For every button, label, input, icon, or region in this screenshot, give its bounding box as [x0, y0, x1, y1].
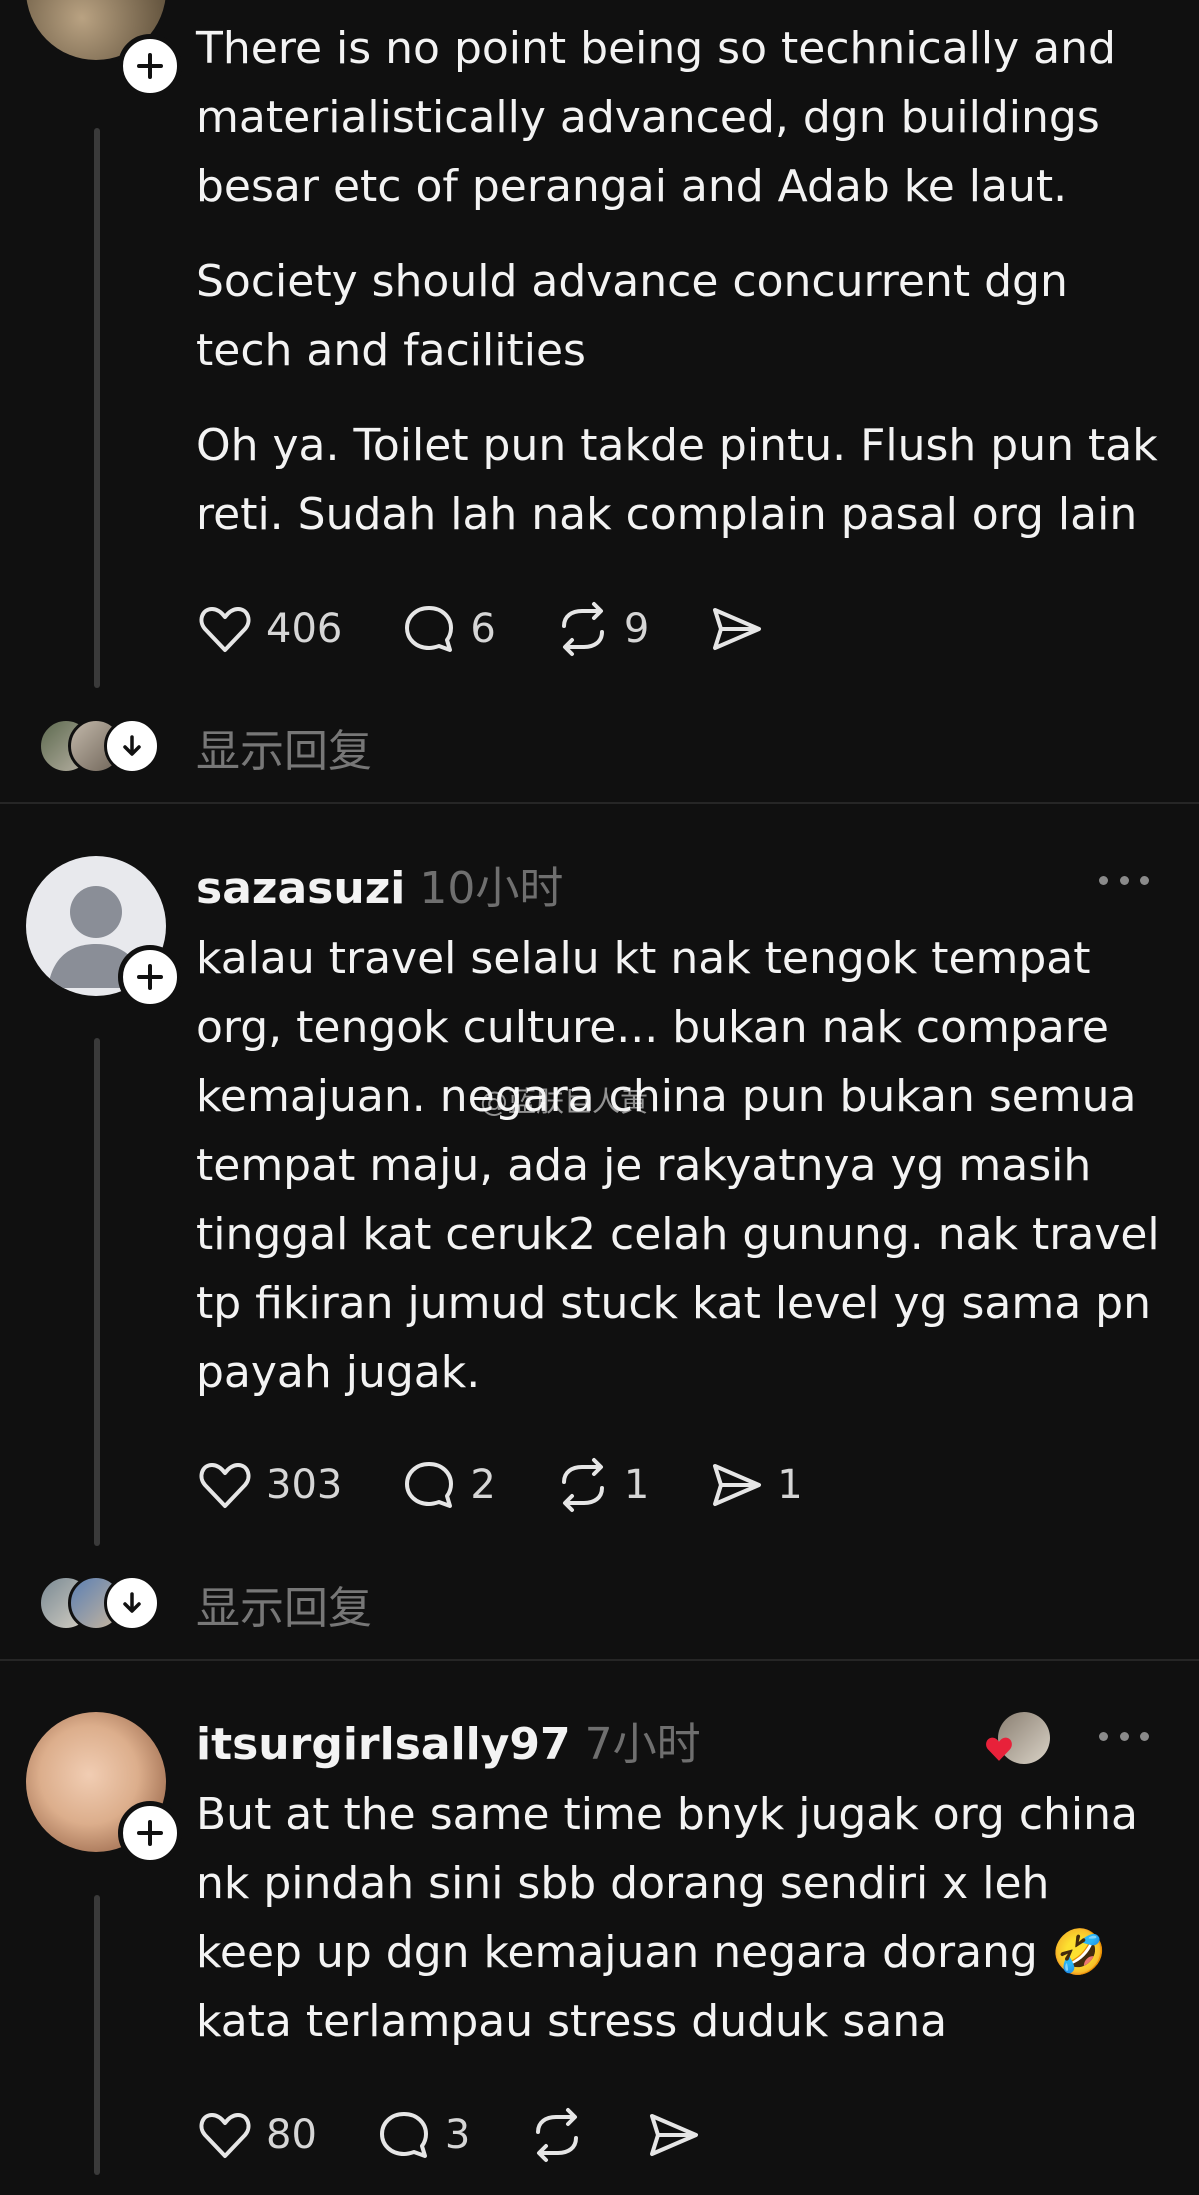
- username[interactable]: itsurgirlsally97 7小时: [196, 1708, 701, 1772]
- repost-count: 1: [623, 1462, 650, 1508]
- divider: [0, 1659, 1199, 1661]
- repost-icon: [561, 602, 604, 656]
- share-button[interactable]: 1: [707, 1456, 803, 1514]
- action-bar: 80 3: [196, 2106, 760, 2164]
- repost-icon: [561, 1458, 604, 1512]
- post-paragraph: Society should advance concurrent dgn te…: [196, 256, 1068, 376]
- more-options-button[interactable]: [1099, 876, 1149, 890]
- post-time: 7小时: [584, 1719, 701, 1770]
- follow-plus-button[interactable]: [118, 945, 182, 1009]
- post-text: There is no point being so technically a…: [196, 14, 1166, 575]
- thread-line: [94, 1038, 100, 1546]
- share-icon: [713, 608, 762, 650]
- reply-count: 3: [444, 2112, 471, 2158]
- share-button[interactable]: [644, 2106, 702, 2164]
- divider: [0, 802, 1199, 804]
- reply-button[interactable]: 6: [400, 600, 496, 658]
- thread-line: [94, 1895, 100, 2175]
- reply-button[interactable]: 3: [375, 2106, 470, 2164]
- post-text: But at the same time bnyk jugak org chin…: [196, 1789, 1139, 2047]
- expand-replies-button[interactable]: [104, 718, 160, 774]
- post-text: kalau travel selalu kt nak tengok tempat…: [196, 933, 1160, 1398]
- follow-plus-button[interactable]: [118, 34, 182, 98]
- post-time: 10小时: [419, 863, 564, 914]
- comment-icon: [405, 606, 454, 652]
- chevron-down-icon: [123, 735, 141, 756]
- reply-count: 6: [470, 606, 496, 652]
- heart-icon: [199, 607, 251, 652]
- repost-button[interactable]: [528, 2106, 586, 2164]
- share-count: 1: [777, 1462, 803, 1508]
- plus-icon: [137, 964, 163, 990]
- repost-button[interactable]: 1: [554, 1456, 649, 1514]
- share-icon: [650, 2114, 699, 2156]
- reply-button[interactable]: 2: [400, 1456, 496, 1514]
- heart-icon: [986, 1737, 1012, 1761]
- action-bar: 406 6 9: [196, 600, 823, 658]
- repost-icon: [536, 2108, 579, 2162]
- reply-avatars[interactable]: [38, 1575, 168, 1631]
- more-icon: [1099, 1732, 1108, 1741]
- share-icon: [713, 1464, 762, 1506]
- username-text[interactable]: itsurgirlsally97: [196, 1719, 571, 1770]
- like-count: 80: [266, 2112, 317, 2158]
- like-button[interactable]: 80: [196, 2106, 317, 2164]
- share-button[interactable]: [707, 600, 765, 658]
- username[interactable]: sazasuzi 10小时: [196, 852, 563, 916]
- watermark: @蓝肤巨人黄: [480, 1085, 649, 1118]
- thread-line: [94, 128, 100, 688]
- reply-avatars[interactable]: [38, 718, 168, 774]
- reply-count: 2: [470, 1462, 496, 1508]
- repost-button[interactable]: 9: [554, 600, 649, 658]
- action-bar: 303 2 1 1: [196, 1456, 861, 1514]
- username-text[interactable]: sazasuzi: [196, 863, 405, 914]
- comment-icon: [379, 2112, 428, 2158]
- like-button[interactable]: 406: [196, 600, 342, 658]
- show-replies-link[interactable]: 显示回复: [196, 1572, 372, 1636]
- follow-plus-button[interactable]: [118, 1801, 182, 1865]
- like-count: 406: [266, 606, 343, 652]
- more-options-button[interactable]: [1099, 1732, 1149, 1746]
- post-paragraph: Oh ya. Toilet pun takde pintu. Flush pun…: [196, 420, 1158, 540]
- like-button[interactable]: 303: [196, 1456, 342, 1514]
- heart-icon: [199, 2113, 251, 2158]
- plus-icon: [137, 53, 163, 79]
- comment-icon: [405, 1462, 454, 1508]
- expand-replies-button[interactable]: [104, 1575, 160, 1631]
- heart-icon: [199, 1463, 251, 1508]
- repost-count: 9: [623, 606, 650, 652]
- plus-icon: [137, 1820, 163, 1846]
- chevron-down-icon: [123, 1592, 141, 1613]
- liked-by-author-badge: [986, 1712, 1050, 1764]
- more-icon: [1099, 876, 1108, 885]
- post-paragraph: There is no point being so technically a…: [196, 23, 1116, 212]
- show-replies-link[interactable]: 显示回复: [196, 715, 372, 779]
- like-count: 303: [266, 1462, 343, 1508]
